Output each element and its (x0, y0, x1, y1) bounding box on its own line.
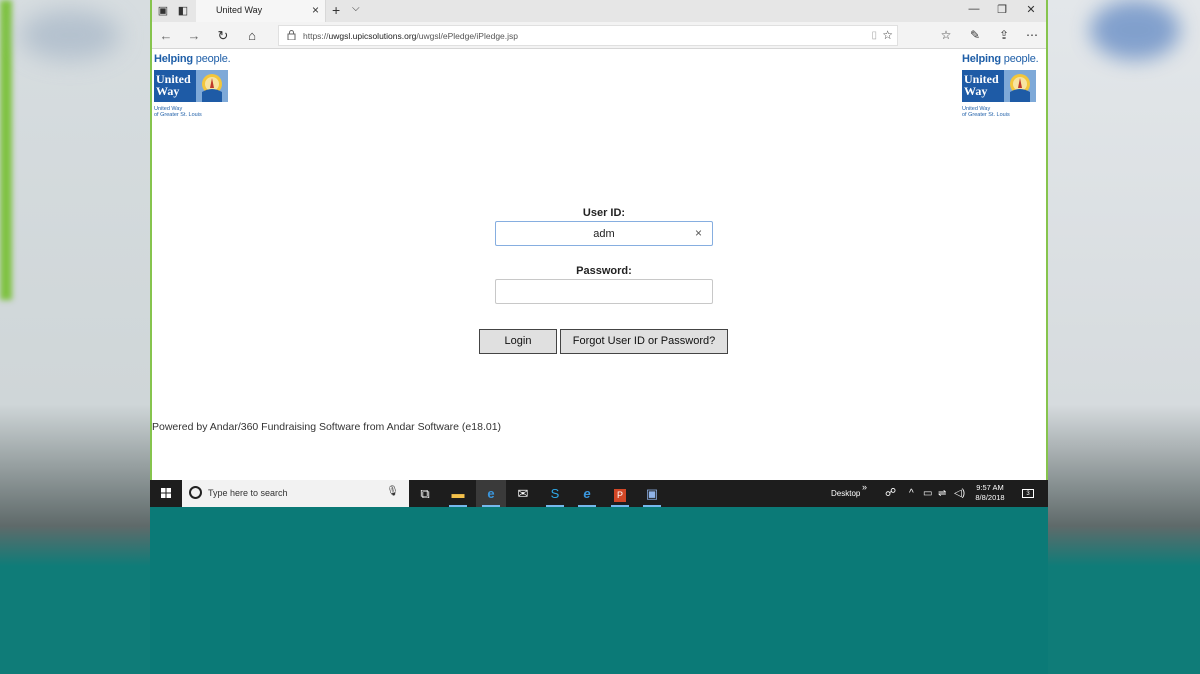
page-content: Helping people. United Way United Way of G… (152, 49, 1046, 480)
forgot-credentials-button[interactable]: Forgot User ID or Password? (560, 329, 728, 354)
url-text: https://uwgsl.upicsolutions.org/uwgsl/eP… (303, 31, 518, 41)
forward-icon[interactable]: → (186, 28, 202, 43)
password-label: Password: (576, 265, 632, 277)
internet-explorer-icon[interactable]: e (572, 480, 602, 507)
user-id-input[interactable]: adm × (495, 221, 713, 246)
taskbar-search[interactable]: Type here to search 🎙 (182, 480, 409, 507)
share-icon[interactable]: ⇪ (996, 28, 1012, 42)
favorite-star-icon[interactable]: ☆ (882, 28, 893, 42)
notification-count: 3 (1022, 489, 1034, 499)
united-way-logo-right: Helping people. United Way United Way of G… (962, 53, 1042, 118)
tab-bar: ▣ ◧ United Way × + ⌵ — ❐ ✕ (152, 0, 1046, 22)
united-way-mark: United Way (154, 70, 228, 102)
refresh-icon[interactable]: ↻ (215, 28, 231, 44)
app-icon[interactable]: ▣ (637, 480, 667, 507)
user-id-label: User ID: (582, 207, 626, 219)
tab-title: United Way (216, 5, 263, 15)
url-field[interactable]: https://uwgsl.upicsolutions.org/uwgsl/eP… (278, 25, 898, 46)
desktop-toolbar-label[interactable]: Desktop (831, 480, 860, 507)
sun-hand-icon (196, 70, 228, 102)
close-tab-icon[interactable]: × (312, 3, 319, 17)
login-button[interactable]: Login (479, 329, 557, 354)
logo-subtitle: United Way of Greater St. Louis (154, 106, 202, 118)
back-icon[interactable]: ← (158, 28, 174, 43)
home-icon[interactable]: ⌂ (244, 28, 260, 43)
restore-icon[interactable]: ❐ (992, 3, 1012, 16)
tab-united-way[interactable]: United Way × (196, 0, 326, 22)
clock-time: 9:57 AM (976, 483, 1004, 492)
tab-actions-icon[interactable]: ▣ (156, 4, 170, 18)
reading-view-icon[interactable]: ▯ (871, 30, 877, 41)
clock-date: 8/8/2018 (975, 493, 1005, 502)
logo-subtitle: United Way of Greater St. Louis (962, 106, 1010, 118)
left-backdrop (0, 0, 150, 674)
taskbar: Type here to search 🎙 ⧉ ▬ e ✉ S e P ▣ De… (150, 480, 1048, 507)
start-button[interactable] (150, 480, 182, 507)
microphone-icon[interactable]: 🎙 (386, 486, 399, 497)
helping-people-tagline: Helping people. (154, 53, 231, 65)
new-tab-icon[interactable]: + (332, 2, 340, 18)
edge-icon[interactable]: e (476, 480, 506, 507)
clear-input-icon[interactable]: × (695, 226, 702, 240)
network-icon[interactable]: ⇌ (938, 480, 946, 507)
united-way-logo-left: Helping people. United Way United Way of G… (154, 53, 234, 118)
minimize-icon[interactable]: — (964, 3, 984, 15)
file-explorer-icon[interactable]: ▬ (443, 480, 473, 507)
volume-icon[interactable]: ◁) (954, 480, 965, 507)
united-way-mark: United Way (962, 70, 1036, 102)
sun-hand-icon (1004, 70, 1036, 102)
more-icon[interactable]: ⋯ (1024, 28, 1040, 42)
helping-people-tagline: Helping people. (962, 53, 1039, 65)
chevron-down-icon[interactable]: ⌵ (352, 3, 360, 14)
screen: ▣ ◧ United Way × + ⌵ — ❐ ✕ ← → ↻ ⌂ https… (150, 0, 1048, 674)
skype-icon[interactable]: S (540, 480, 570, 507)
right-backdrop (1048, 0, 1200, 674)
address-bar: ← → ↻ ⌂ https://uwgsl.upicsolutions.org/… (152, 22, 1046, 49)
windows-logo-icon (161, 488, 171, 498)
lock-icon (287, 30, 296, 40)
powered-by-footer: Powered by Andar/360 Fundraising Softwar… (152, 421, 502, 433)
user-id-value: adm (593, 228, 615, 240)
action-center-icon[interactable]: 3 (1018, 480, 1038, 507)
battery-icon[interactable]: ▭ (923, 480, 932, 507)
mail-icon[interactable]: ✉ (508, 480, 538, 507)
show-hidden-icons-icon[interactable]: ^ (909, 480, 914, 507)
toolbar-expand-icon[interactable]: » (862, 480, 867, 507)
tabs-aside-icon[interactable]: ◧ (176, 4, 190, 18)
task-view-icon[interactable]: ⧉ (410, 480, 440, 507)
search-placeholder: Type here to search (208, 488, 288, 498)
browser-window: ▣ ◧ United Way × + ⌵ — ❐ ✕ ← → ↻ ⌂ https… (150, 0, 1048, 480)
password-input[interactable] (495, 279, 713, 304)
cortana-icon (189, 486, 202, 499)
favorites-hub-icon[interactable]: ☆ (938, 28, 954, 42)
pen-icon[interactable]: ✎ (967, 28, 983, 42)
powerpoint-icon[interactable]: P (605, 480, 635, 507)
people-icon[interactable]: ☍ (885, 480, 896, 507)
close-window-icon[interactable]: ✕ (1021, 3, 1041, 16)
system-clock[interactable]: 9:57 AM 8/8/2018 (968, 483, 1012, 503)
